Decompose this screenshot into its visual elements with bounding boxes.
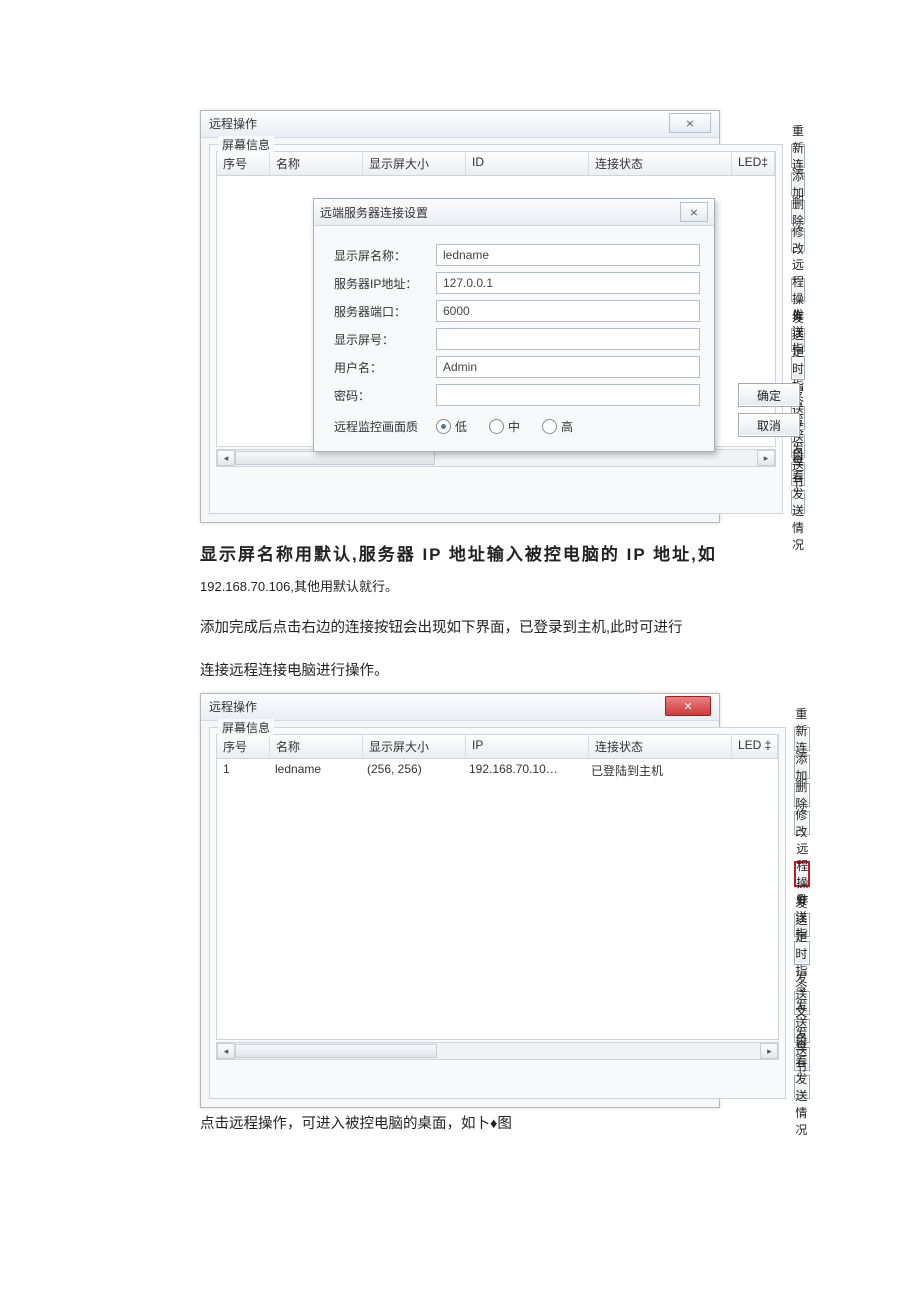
reconnect-button[interactable]: 重新连接 bbox=[791, 144, 805, 168]
col-status: 连接状态 bbox=[589, 735, 732, 758]
screen-info-panel: 屏幕信息 序号 名称 显示屏大小 IP 连接状态 LED ‡ 1 ledname… bbox=[209, 727, 786, 1099]
window-title: 远程操作 bbox=[209, 115, 257, 132]
fieldset-legend: 屏幕信息 bbox=[218, 719, 274, 736]
side-button-column: 重新连接 添加 删除 修改 远程操作 发送指令 发送定时指令表 发送文件 发送目… bbox=[794, 727, 810, 1099]
col-name: 名称 bbox=[270, 735, 363, 758]
input-username[interactable]: Admin bbox=[436, 356, 700, 378]
cell-size: (256, 256) bbox=[361, 762, 463, 779]
radio-quality-low[interactable]: 低 bbox=[436, 418, 467, 435]
scroll-left-icon[interactable]: ◂ bbox=[217, 450, 235, 466]
close-icon[interactable]: ⨯ bbox=[669, 113, 711, 133]
server-settings-dialog: 远端服务器连接设置 ⨯ 显示屏名称： ledname 服务器IP地址： 127.… bbox=[313, 198, 715, 452]
col-index: 序号 bbox=[217, 152, 270, 175]
input-server-ip[interactable]: 127.0.0.1 bbox=[436, 272, 700, 294]
table-header: 序号 名称 显示屏大小 IP 连接状态 LED ‡ bbox=[216, 734, 779, 759]
cell-led bbox=[727, 762, 778, 779]
input-server-port[interactable]: 6000 bbox=[436, 300, 700, 322]
window-titlebar: 远程操作 ⨯ bbox=[201, 111, 719, 138]
label-quality: 远程监控画面质 bbox=[334, 418, 430, 435]
col-led: LED ‡ bbox=[732, 735, 778, 758]
modify-button[interactable]: 修改 bbox=[794, 811, 810, 835]
table-header: 序号 名称 显示屏大小 ID 连接状态 LED‡ bbox=[216, 151, 776, 176]
col-name: 名称 bbox=[270, 152, 363, 175]
radio-icon bbox=[542, 419, 557, 434]
scroll-left-icon[interactable]: ◂ bbox=[217, 1043, 235, 1059]
radio-icon bbox=[489, 419, 504, 434]
send-schedule-button[interactable]: 发送定时指令表 bbox=[791, 356, 805, 380]
col-ip: IP bbox=[466, 735, 589, 758]
dialog-close-icon[interactable]: ⨯ bbox=[680, 202, 708, 222]
screenshot-1-window: 远程操作 ⨯ 屏幕信息 序号 名称 显示屏大小 ID 连接状态 LED‡ bbox=[200, 110, 720, 523]
doc-paragraph-1b: 192.168.70.106,其他用默认就行。 bbox=[200, 576, 720, 598]
add-button[interactable]: 添加 bbox=[791, 172, 805, 196]
col-index: 序号 bbox=[217, 735, 270, 758]
table-body: 远端服务器连接设置 ⨯ 显示屏名称： ledname 服务器IP地址： 127.… bbox=[216, 176, 776, 447]
radio-icon bbox=[436, 419, 451, 434]
cell-name: ledname bbox=[269, 762, 361, 779]
delete-button[interactable]: 删除 bbox=[794, 783, 810, 807]
window-titlebar: 远程操作 ✕ bbox=[201, 694, 719, 721]
reconnect-button[interactable]: 重新连接 bbox=[794, 727, 810, 751]
screenshot-2-window: 远程操作 ✕ 屏幕信息 序号 名称 显示屏大小 IP 连接状态 LED ‡ 1 … bbox=[200, 693, 720, 1108]
add-button[interactable]: 添加 bbox=[794, 755, 810, 779]
side-button-column: 重新连接 添加 删除 修改 远程操作 发送指令 发送定时指令表 发送文件 发送目… bbox=[791, 144, 805, 514]
doc-paragraph-1a: 显示屏名称用默认,服务器 IP 地址输入被控电脑的 IP 地址,如 bbox=[200, 541, 720, 570]
label-screen-no: 显示屏号： bbox=[334, 331, 430, 348]
modify-button[interactable]: 修改 bbox=[791, 228, 805, 252]
col-id: ID bbox=[466, 152, 589, 175]
cell-status: 已登陆到主机 bbox=[585, 762, 727, 779]
view-send-button[interactable]: 查看发送情况 bbox=[791, 490, 805, 514]
label-server-port: 服务器端口： bbox=[334, 303, 430, 320]
cell-index: 1 bbox=[217, 762, 269, 779]
fieldset-legend: 屏幕信息 bbox=[218, 136, 274, 153]
screen-info-panel: 屏幕信息 序号 名称 显示屏大小 ID 连接状态 LED‡ 远端服务器连接设置 … bbox=[209, 144, 783, 514]
label-username: 用户名： bbox=[334, 359, 430, 376]
label-password: 密码： bbox=[334, 387, 430, 404]
ok-button[interactable]: 确定 bbox=[738, 383, 800, 407]
radio-quality-high[interactable]: 高 bbox=[542, 418, 573, 435]
col-led: LED‡ bbox=[732, 152, 775, 175]
col-size: 显示屏大小 bbox=[363, 735, 466, 758]
label-display-name: 显示屏名称： bbox=[334, 247, 430, 264]
cancel-button[interactable]: 取消 bbox=[738, 413, 800, 437]
input-password[interactable] bbox=[436, 384, 700, 406]
doc-paragraph-4: 点击远程操作，可进入被控电脑的桌面，如卜♦图 bbox=[200, 1112, 720, 1137]
scroll-right-icon[interactable]: ▸ bbox=[757, 450, 775, 466]
doc-paragraph-3: 连接远程连接电脑进行操作。 bbox=[200, 659, 720, 684]
remote-op-button[interactable]: 远程操作 bbox=[794, 861, 810, 887]
close-icon[interactable]: ✕ bbox=[665, 696, 711, 716]
dialog-title: 远端服务器连接设置 bbox=[320, 204, 428, 221]
input-display-name[interactable]: ledname bbox=[436, 244, 700, 266]
label-server-ip: 服务器IP地址： bbox=[334, 275, 430, 292]
cell-ip: 192.168.70.10… bbox=[463, 762, 585, 779]
input-screen-no[interactable] bbox=[436, 328, 700, 350]
doc-paragraph-2: 添加完成后点击右边的连接按钮会出现如下界面，已登录到主机,此时可进行 bbox=[200, 616, 720, 641]
col-size: 显示屏大小 bbox=[363, 152, 466, 175]
radio-quality-mid[interactable]: 中 bbox=[489, 418, 520, 435]
table-row[interactable]: 1 ledname (256, 256) 192.168.70.10… 已登陆到… bbox=[217, 759, 778, 782]
delete-button[interactable]: 删除 bbox=[791, 200, 805, 224]
scroll-right-icon[interactable]: ▸ bbox=[760, 1043, 778, 1059]
remote-op-button[interactable]: 远程操作 bbox=[791, 278, 805, 302]
view-send-button[interactable]: 查看发送情况 bbox=[794, 1075, 810, 1099]
table-body: 1 ledname (256, 256) 192.168.70.10… 已登陆到… bbox=[216, 759, 779, 1040]
window-title: 远程操作 bbox=[209, 698, 257, 715]
send-schedule-button[interactable]: 发送定时指令表 bbox=[794, 941, 810, 965]
col-status: 连接状态 bbox=[589, 152, 732, 175]
horizontal-scrollbar[interactable]: ◂ ▸ bbox=[216, 1042, 779, 1060]
